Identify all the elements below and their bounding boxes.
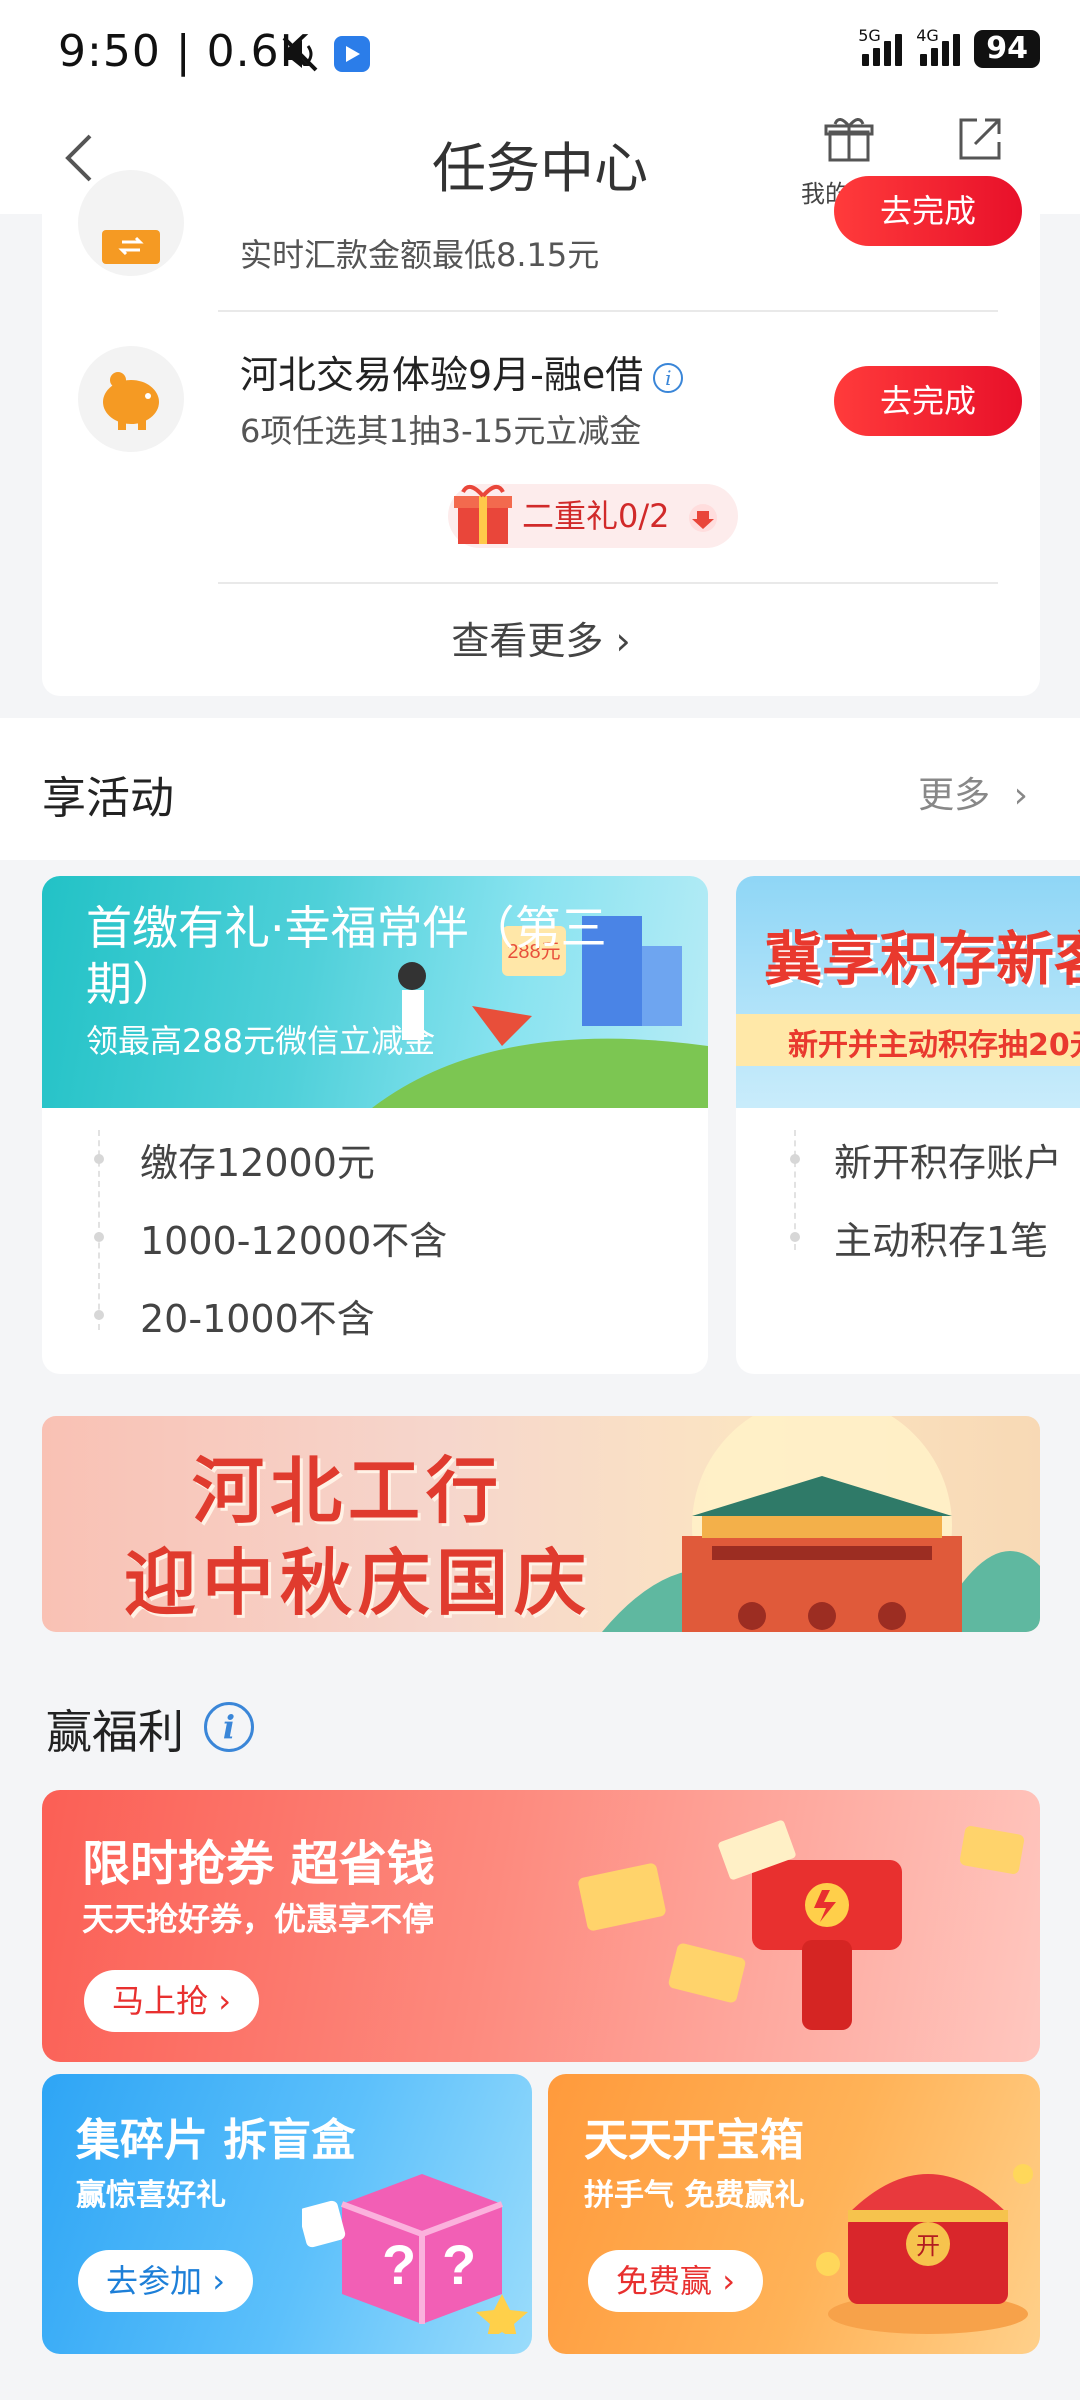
task-subtitle: 实时汇款金额最低8.15元 bbox=[240, 236, 600, 274]
app-notification-icon bbox=[334, 36, 370, 72]
gift-box-icon bbox=[454, 484, 512, 544]
coupon-title: 限时抢券 超省钱 bbox=[82, 1836, 435, 1892]
task-subtitle: 6项任选其1抽3-15元立减金 bbox=[240, 412, 642, 450]
activities-section-header: 享活动 更多 › bbox=[0, 718, 1080, 860]
festival-title-line1: 河北工行 bbox=[192, 1449, 505, 1533]
festival-banner[interactable]: 河北工行 迎中秋庆国庆 bbox=[42, 1416, 1040, 1632]
activity-item: 主动积存1笔 bbox=[834, 1219, 1049, 1263]
activity-banner-title: 冀享积存新客礼 bbox=[764, 925, 1080, 993]
arrow-down-icon bbox=[688, 504, 717, 532]
chevron-right-icon: › bbox=[1013, 775, 1028, 816]
task-complete-button[interactable]: 去完成 bbox=[834, 366, 1022, 436]
gift-progress-pill[interactable]: 二重礼0/2 bbox=[448, 484, 738, 548]
battery-level: 94 bbox=[974, 30, 1040, 68]
chevron-right-icon: › bbox=[722, 2262, 735, 2300]
treasure-box-banner[interactable]: 开 天天开宝箱 拼手气 免费赢礼 免费赢 › bbox=[548, 2074, 1040, 2354]
tiananmen-illustration bbox=[602, 1416, 1040, 1632]
grab-coupon-button[interactable]: 马上抢 › bbox=[84, 1970, 259, 2032]
task-icon-transfer bbox=[78, 170, 184, 276]
treasure-subtitle: 拼手气 免费赢礼 bbox=[584, 2178, 805, 2213]
activity-item: 新开积存账户 bbox=[834, 1141, 1063, 1185]
info-icon[interactable]: i bbox=[204, 1702, 254, 1752]
join-button[interactable]: 去参加 › bbox=[78, 2250, 253, 2312]
treasure-chest-illustration: 开 bbox=[816, 2164, 1033, 2334]
task-icon-piggy bbox=[78, 346, 184, 452]
activity-item: 1000-12000不含 bbox=[140, 1219, 448, 1263]
transfer-icon bbox=[102, 230, 160, 264]
blind-box-title: 集碎片 拆盲盒 bbox=[76, 2115, 356, 2166]
signal-4g-icon: 4G bbox=[916, 26, 961, 66]
task-list-card: 实时汇款金额最低8.15元 去完成 河北交易体验9月-融e借 i 6项任选其1抽3… bbox=[42, 170, 1040, 696]
status-time: 9:50 | 0.6K bbox=[58, 26, 310, 77]
chevron-right-icon: › bbox=[218, 1982, 231, 2020]
timeline-dot bbox=[790, 1154, 800, 1164]
more-activities-link[interactable]: 更多 › bbox=[918, 766, 1028, 818]
activity-card[interactable]: 冀享积存新客礼 新开并主动积存抽20元立 新开积存账户 主动积存1笔 bbox=[736, 876, 1080, 1374]
activity-banner-subtitle: 新开并主动积存抽20元立 bbox=[788, 1028, 1080, 1063]
activity-banner-title: 首缴有礼·幸福常伴（第三期） bbox=[86, 901, 607, 1011]
view-more-link[interactable]: 查看更多 › bbox=[42, 610, 1040, 665]
divider bbox=[218, 310, 998, 312]
svg-text:开: 开 bbox=[916, 2232, 940, 2260]
coupon-banner[interactable]: 限时抢券 超省钱 天天抢好券，优惠享不停 马上抢 › bbox=[42, 1790, 1040, 2062]
activity-banner-subtitle: 领最高288元微信立减金 bbox=[86, 1022, 436, 1060]
section-title: 享活动 bbox=[42, 773, 174, 824]
chevron-right-icon: › bbox=[615, 619, 631, 663]
piggy-bank-icon bbox=[103, 372, 159, 430]
divider bbox=[218, 582, 998, 584]
mute-icon bbox=[282, 36, 318, 72]
svg-text:?: ? bbox=[382, 2233, 416, 2296]
timeline-dot bbox=[94, 1154, 104, 1164]
timeline-dot bbox=[790, 1232, 800, 1242]
timeline-dot bbox=[94, 1232, 104, 1242]
activity-item: 20-1000不含 bbox=[140, 1297, 375, 1341]
festival-title-line2: 迎中秋庆国庆 bbox=[124, 1541, 593, 1625]
activity-banner[interactable]: 288元 首缴有礼·幸福常伴（第三期） 领最高288元微信立减金 bbox=[42, 876, 708, 1108]
svg-text:?: ? bbox=[442, 2233, 476, 2296]
activity-banner[interactable]: 冀享积存新客礼 新开并主动积存抽20元立 bbox=[736, 876, 1080, 1108]
blind-box-banner[interactable]: ? ? 集碎片 拆盲盒 赢惊喜好礼 去参加 › bbox=[42, 2074, 532, 2354]
blind-box-subtitle: 赢惊喜好礼 bbox=[76, 2178, 226, 2213]
activity-card[interactable]: 288元 首缴有礼·幸福常伴（第三期） 领最高288元微信立减金 缴存12000… bbox=[42, 876, 708, 1374]
coupon-subtitle: 天天抢好券，优惠享不停 bbox=[82, 1900, 435, 1938]
win-free-button[interactable]: 免费赢 › bbox=[588, 2250, 763, 2312]
status-bar: 9:50 | 0.6K 5G 4G 94 bbox=[0, 0, 1080, 104]
coupon-gun-illustration bbox=[578, 1820, 1025, 2030]
section-title: 赢福利 bbox=[46, 1705, 184, 1759]
activity-item: 缴存12000元 bbox=[140, 1141, 375, 1185]
timeline-dot bbox=[94, 1310, 104, 1320]
treasure-title: 天天开宝箱 bbox=[584, 2115, 804, 2166]
share-icon bbox=[959, 118, 1001, 160]
gift-icon bbox=[824, 118, 874, 162]
chevron-right-icon: › bbox=[212, 2262, 225, 2300]
task-title: 河北交易体验9月-融e借 i bbox=[240, 344, 684, 399]
task-complete-button[interactable]: 去完成 bbox=[834, 176, 1022, 246]
info-icon[interactable]: i bbox=[653, 362, 684, 393]
signal-5g-icon: 5G bbox=[858, 26, 903, 66]
